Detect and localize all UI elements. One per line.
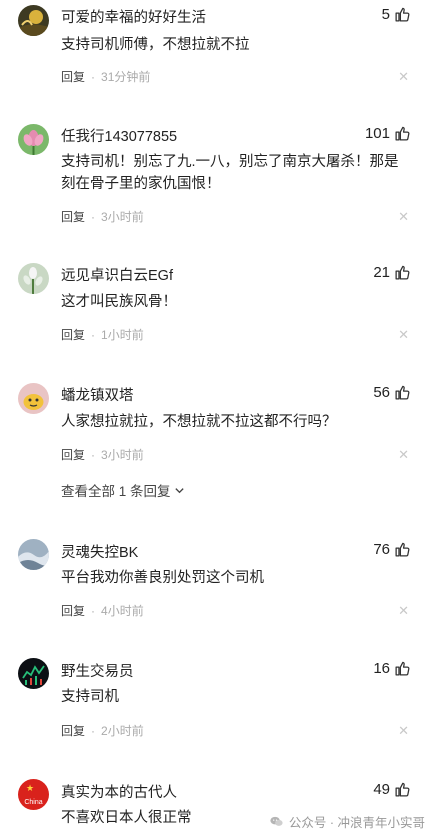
separator-dot: · [91, 209, 96, 224]
comment-meta: 回复 · 3小时前 [61, 208, 144, 225]
close-icon[interactable]: ✕ [398, 724, 409, 737]
comment-meta: 回复 · 1小时前 [61, 326, 144, 343]
like-count: 49 [373, 781, 390, 798]
comment-meta: 回复 · 31分钟前 [61, 68, 150, 85]
timestamp: 2小时前 [101, 724, 144, 738]
username[interactable]: 真实为本的古代人 [61, 781, 177, 802]
separator-dot: · [91, 69, 96, 84]
watermark: 公众号 · 冲浪青年小实哥 [269, 812, 425, 831]
timestamp: 31分钟前 [101, 70, 151, 84]
like-button[interactable]: 76 [373, 541, 411, 558]
reply-button[interactable]: 回复 [61, 602, 85, 619]
thumbs-up-icon[interactable] [394, 541, 411, 558]
username[interactable]: 灵魂失控BK [61, 541, 138, 562]
reply-button[interactable]: 回复 [61, 208, 85, 225]
separator-dot: · [91, 723, 96, 738]
like-count: 101 [364, 125, 390, 142]
close-icon[interactable]: ✕ [398, 70, 409, 83]
timestamp: 4小时前 [101, 604, 144, 618]
reply-button[interactable]: 回复 [61, 326, 85, 343]
user-avatar[interactable]: ★ China [18, 779, 49, 810]
reply-button[interactable]: 回复 [61, 446, 85, 463]
separator-dot: · [91, 603, 96, 618]
user-avatar[interactable] [18, 539, 49, 570]
close-icon[interactable]: ✕ [398, 328, 409, 341]
timestamp: 3小时前 [101, 448, 144, 462]
like-count: 5 [381, 6, 390, 23]
username[interactable]: 可爱的幸福的好好生活 [61, 6, 206, 27]
comment-meta: 回复 · 4小时前 [61, 602, 144, 619]
username[interactable]: 任我行143077855 [61, 125, 177, 146]
comment-text: 人家想拉就拉，不想拉就不拉这都不行吗？ [61, 414, 337, 430]
reply-button[interactable]: 回复 [61, 722, 85, 739]
view-all-replies-button[interactable]: 查看全部 1 条回复 [61, 480, 185, 500]
like-button[interactable]: 56 [373, 384, 411, 401]
thumbs-up-icon[interactable] [394, 660, 411, 677]
timestamp: 3小时前 [101, 210, 144, 224]
like-count: 76 [373, 541, 390, 558]
thumbs-up-icon[interactable] [394, 384, 411, 401]
user-avatar[interactable] [18, 383, 49, 414]
like-button[interactable]: 5 [382, 6, 411, 23]
comment-text: 支持司机！别忘了九.一八，别忘了南京大屠杀！那是刻在骨子里的家仇国恨！ [61, 154, 399, 192]
svg-text:★: ★ [26, 784, 34, 794]
thumbs-up-icon[interactable] [394, 6, 411, 23]
like-count: 56 [373, 384, 390, 401]
comment-meta: 回复 · 3小时前 [61, 446, 144, 463]
comment-text: 支持司机 [61, 689, 119, 705]
username[interactable]: 远见卓识白云EGf [61, 264, 173, 285]
thumbs-up-icon[interactable] [394, 781, 411, 798]
like-button[interactable]: 16 [373, 660, 411, 677]
watermark-text: 公众号 · 冲浪青年小实哥 [288, 816, 425, 830]
separator-dot: · [91, 327, 96, 342]
separator-dot: · [91, 447, 96, 462]
username[interactable]: 野生交易员 [61, 660, 134, 681]
close-icon[interactable]: ✕ [398, 210, 409, 223]
user-avatar[interactable] [18, 5, 49, 36]
like-count: 21 [373, 264, 390, 281]
close-icon[interactable]: ✕ [398, 604, 409, 617]
user-avatar[interactable] [18, 124, 49, 155]
wechat-icon [270, 816, 283, 826]
view-replies-label: 查看全部 1 条回复 [61, 484, 171, 499]
like-button[interactable]: 21 [373, 264, 411, 281]
chevron-down-icon [174, 487, 184, 493]
like-button[interactable]: 101 [365, 125, 411, 142]
like-count: 16 [373, 660, 390, 677]
close-icon[interactable]: ✕ [398, 448, 409, 461]
user-avatar[interactable] [18, 658, 49, 689]
thumbs-up-icon[interactable] [394, 264, 411, 281]
timestamp: 1小时前 [101, 328, 144, 342]
like-button[interactable]: 49 [373, 781, 411, 798]
reply-button[interactable]: 回复 [61, 68, 85, 85]
comment-text: 平台我劝你善良别处罚这个司机 [61, 570, 264, 586]
comment-text: 支持司机师傅，不想拉就不拉 [61, 37, 250, 53]
comment-meta: 回复 · 2小时前 [61, 722, 144, 739]
username[interactable]: 蟠龙镇双塔 [61, 384, 134, 405]
thumbs-up-icon[interactable] [394, 125, 411, 142]
avatar-text: China [24, 799, 42, 806]
comment-text: 这才叫民族风骨！ [61, 294, 177, 310]
user-avatar[interactable] [18, 263, 49, 294]
